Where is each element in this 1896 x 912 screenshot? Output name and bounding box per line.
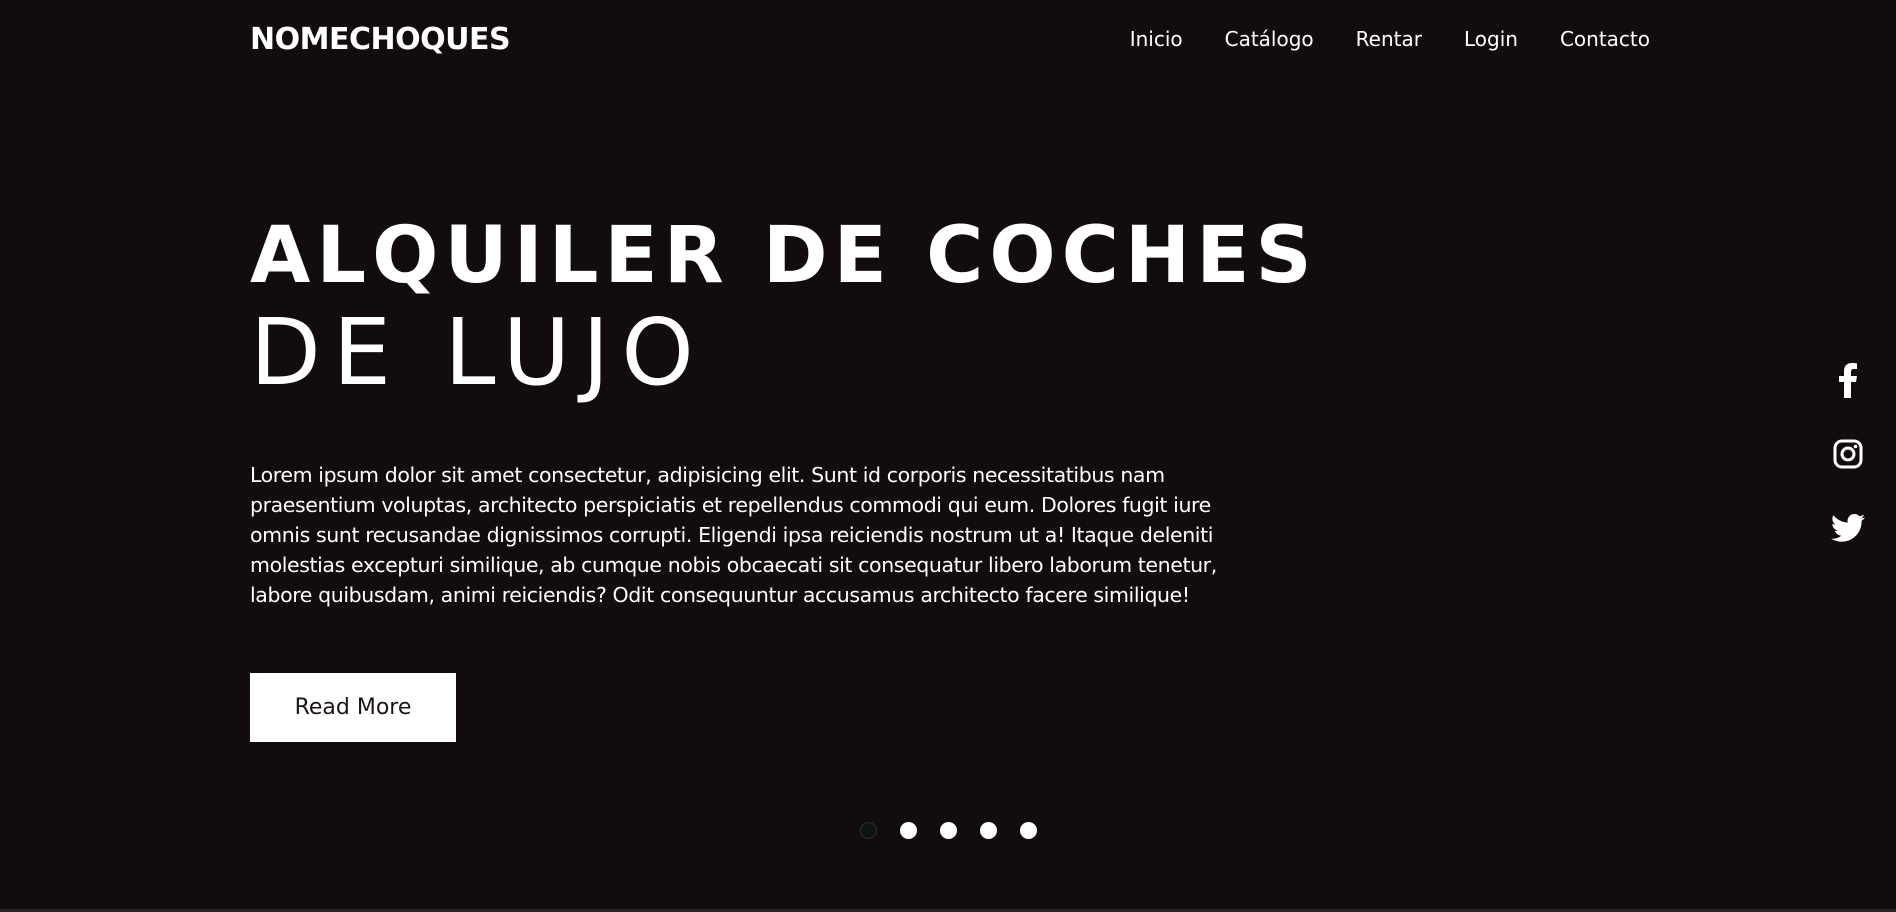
hero-title-line-1: ALQUILER DE COCHES (250, 211, 1318, 301)
hero-title-line-2: DE LUJO (250, 299, 706, 406)
slider-dot-1[interactable] (860, 822, 877, 839)
nav-link-catalogo[interactable]: Catálogo (1225, 27, 1314, 51)
hero-paragraph: Lorem ipsum dolor sit amet consectetur, … (250, 463, 1217, 607)
hero-title: ALQUILER DE COCHES DE LUJO (250, 217, 1318, 399)
nav-link-rentar[interactable]: Rentar (1356, 27, 1422, 51)
twitter-icon[interactable] (1830, 510, 1866, 546)
slider-dot-4[interactable] (980, 822, 997, 839)
instagram-icon[interactable] (1830, 436, 1866, 472)
read-more-button[interactable]: Read More (250, 673, 456, 742)
slider-dot-2[interactable] (900, 822, 917, 839)
slider-dot-5[interactable] (1020, 822, 1037, 839)
slider-dot-3[interactable] (940, 822, 957, 839)
slider-dots (860, 822, 1037, 839)
page: NOMECHOQUES Inicio Catálogo Rentar Login… (0, 0, 1896, 912)
nav-link-login[interactable]: Login (1464, 27, 1518, 51)
facebook-icon[interactable] (1830, 362, 1866, 398)
social-links (1830, 362, 1866, 546)
main-nav: Inicio Catálogo Rentar Login Contacto (1130, 27, 1650, 51)
nav-link-inicio[interactable]: Inicio (1130, 27, 1183, 51)
nav-link-contacto[interactable]: Contacto (1560, 27, 1650, 51)
site-logo[interactable]: NOMECHOQUES (250, 22, 511, 57)
